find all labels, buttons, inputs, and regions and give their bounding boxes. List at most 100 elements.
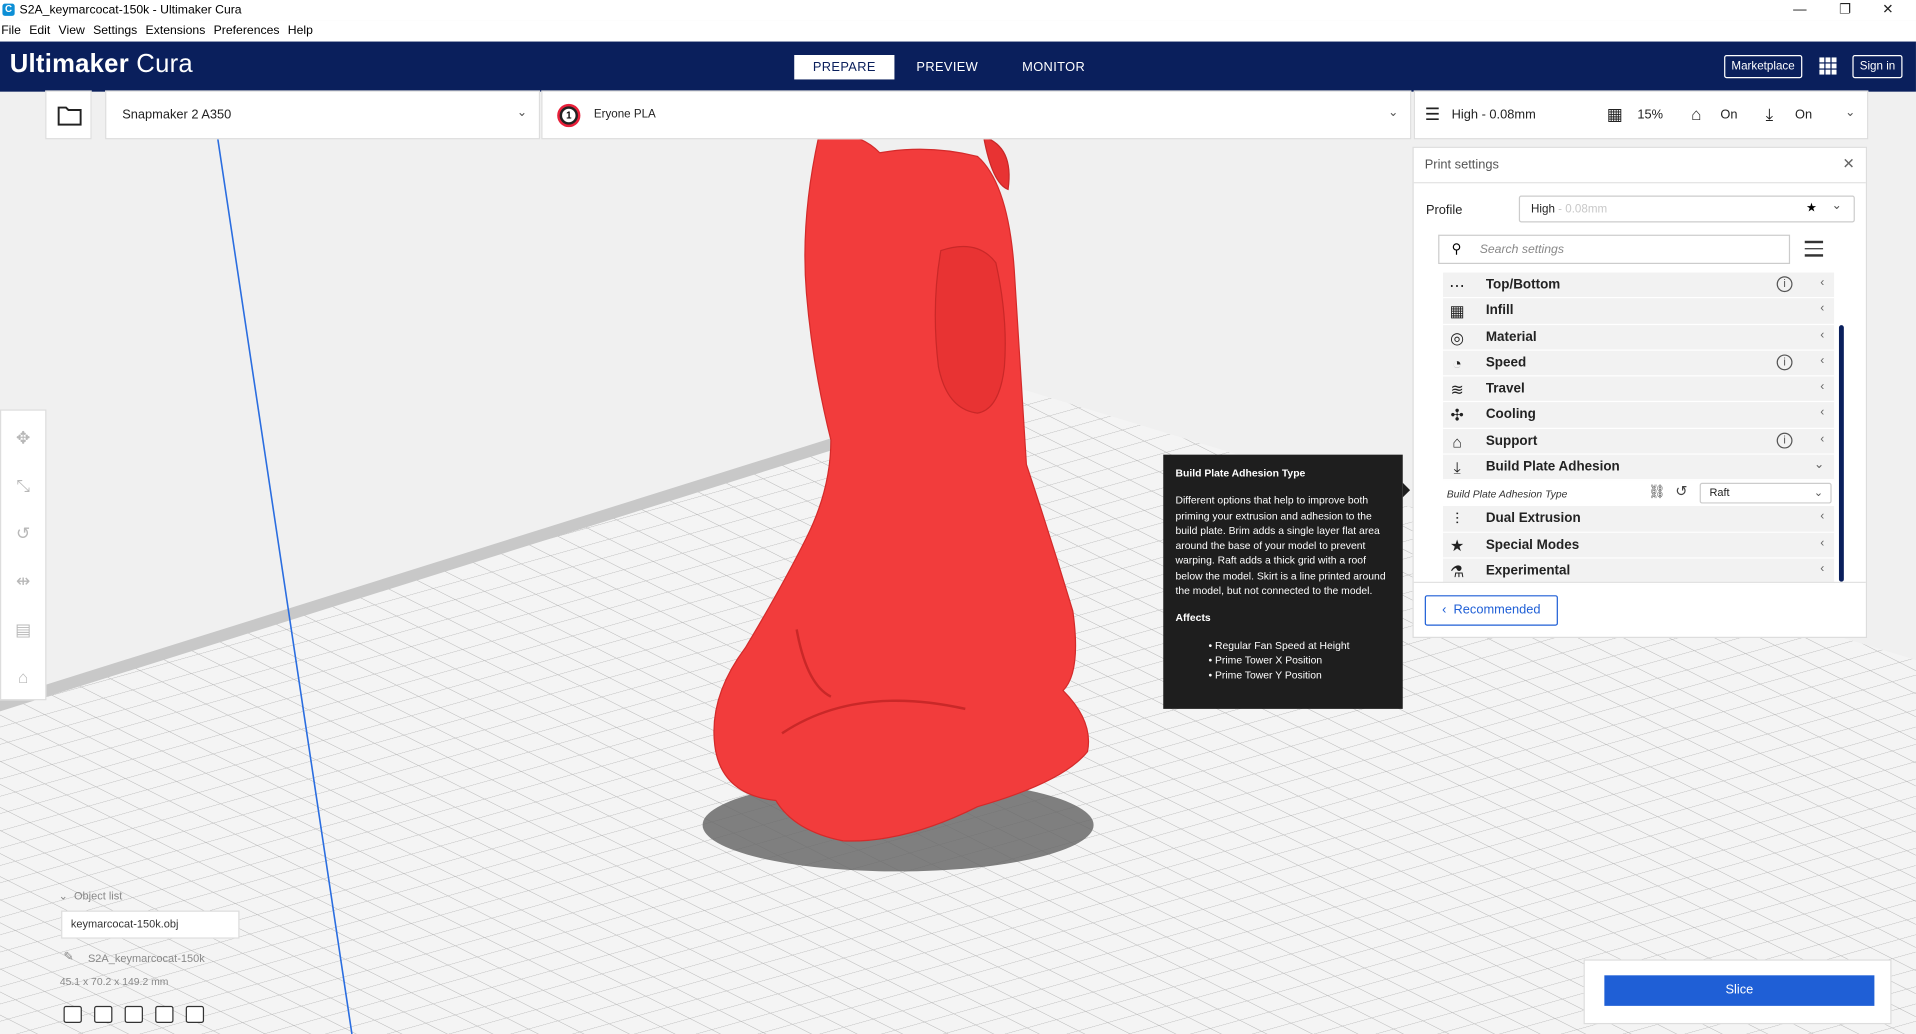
settings-category-list: ⋯ Top/Bottom i ‹ ▦ Infill ‹ ◎ Material ‹… — [1443, 272, 1835, 585]
category-travel[interactable]: ≋ Travel ‹ — [1443, 376, 1835, 403]
info-icon[interactable]: i — [1776, 276, 1793, 293]
menu-help[interactable]: Help — [287, 21, 317, 37]
menu-extensions[interactable]: Extensions — [144, 21, 209, 37]
category-special-modes[interactable]: ★ Special Modes ‹ — [1443, 532, 1835, 559]
star-icon[interactable]: ★ — [1806, 202, 1817, 215]
chevron-down-icon: ⌄ — [516, 106, 528, 120]
info-icon[interactable]: i — [1776, 432, 1793, 449]
divider — [1413, 581, 1866, 583]
adhesion-value: On — [1794, 107, 1813, 123]
info-icon[interactable]: i — [1776, 354, 1793, 371]
per-model-settings-icon[interactable]: ▤ — [12, 618, 34, 640]
adhesion-type-select[interactable]: Raft ⌄ — [1699, 483, 1832, 505]
category-speed[interactable]: ◔ Speed i ‹ — [1443, 350, 1835, 377]
tooltip-affects-label: Affects — [1175, 611, 1211, 624]
menu-view[interactable]: View — [57, 21, 88, 37]
chevron-down-icon: ⌄ — [58, 889, 74, 902]
close-window-button[interactable]: ✕ — [1860, 0, 1916, 21]
category-support[interactable]: ⌂ Support i ‹ — [1443, 428, 1835, 455]
material-selector[interactable]: 1 Eryone PLA ⌄ — [541, 90, 1412, 140]
search-placeholder: Search settings — [1479, 243, 1564, 257]
recommended-button[interactable]: ‹ Recommended — [1424, 595, 1558, 626]
view-3d-icon[interactable] — [63, 1005, 82, 1023]
extruder-badge-icon: 1 — [557, 103, 581, 128]
setting-tooltip: Build Plate Adhesion Type Different opti… — [1163, 454, 1403, 709]
stage-tabs: PREPARE PREVIEW MONITOR — [794, 54, 1107, 80]
chevron-left-icon: ‹ — [1820, 406, 1825, 420]
edit-icon[interactable]: ✎ — [64, 951, 74, 964]
view-orientation-buttons — [63, 1005, 205, 1023]
tab-prepare[interactable]: PREPARE — [794, 54, 895, 80]
scale-tool-icon[interactable]: ⤡ — [12, 474, 34, 496]
chevron-left-icon: ‹ — [1820, 510, 1825, 524]
slice-panel: Slice — [1583, 959, 1892, 1025]
model-arm — [934, 245, 1006, 414]
chevron-left-icon: ‹ — [1820, 536, 1825, 550]
cura-app-icon: C — [2, 3, 15, 16]
view-front-icon[interactable] — [94, 1005, 113, 1023]
machine-selector[interactable]: Snapmaker 2 A350 ⌄ — [105, 90, 541, 140]
window-title: S2A_keymarcocat-150k - Ultimaker Cura — [19, 3, 242, 18]
rotate-tool-icon[interactable]: ↺ — [12, 522, 34, 544]
sign-in-button[interactable]: Sign in — [1852, 54, 1903, 79]
tab-monitor[interactable]: MONITOR — [1000, 55, 1107, 79]
category-build-plate-adhesion[interactable]: ⤓ Build Plate Adhesion ⌄ — [1443, 454, 1835, 481]
view-left-icon[interactable] — [155, 1005, 174, 1023]
tab-preview[interactable]: PREVIEW — [894, 55, 1000, 79]
move-tool-icon[interactable]: ✥ — [12, 427, 34, 449]
chevron-down-icon: ⌄ — [1813, 486, 1824, 500]
job-name[interactable]: S2A_keymarcocat-150k — [88, 952, 205, 964]
support-icon: ⌂ — [1691, 103, 1702, 124]
adhesion-icon: ⤓ — [1453, 458, 1461, 477]
ultimaker-cura-logo: Ultimaker Cura — [9, 50, 193, 79]
slice-button[interactable]: Slice — [1604, 975, 1875, 1006]
category-top-bottom[interactable]: ⋯ Top/Bottom i ‹ — [1443, 272, 1835, 299]
support-value: On — [1720, 107, 1738, 123]
infill-icon: ▦ — [1606, 103, 1623, 124]
app-switcher-icon[interactable] — [1819, 57, 1837, 75]
open-file-button[interactable] — [45, 90, 92, 140]
close-icon[interactable]: ✕ — [1843, 155, 1855, 172]
mirror-tool-icon[interactable]: ⇹ — [12, 570, 34, 592]
list-item: Prime Tower Y Position — [1208, 668, 1390, 683]
machine-name: Snapmaker 2 A350 — [122, 107, 232, 123]
marketplace-button[interactable]: Marketplace — [1724, 54, 1802, 79]
support-icon: ⌂ — [1452, 432, 1462, 451]
cura-window: C S2A_keymarcocat-150k - Ultimaker Cura … — [0, 0, 1916, 1034]
object-list-toggle[interactable]: ⌄ Object list — [59, 890, 123, 903]
object-list-item[interactable]: keymarcocat-150k.obj — [61, 910, 240, 939]
reset-icon[interactable]: ↺ — [1675, 483, 1687, 500]
top-bottom-icon: ⋯ — [1449, 276, 1466, 295]
settings-menu-icon[interactable] — [1804, 240, 1824, 257]
category-experimental[interactable]: ⚗ Experimental ‹ — [1443, 558, 1835, 585]
sliders-icon: ☰ — [1424, 103, 1441, 124]
profile-dropdown[interactable]: High - 0.08mm ★ ⌄ — [1518, 195, 1855, 223]
view-right-icon[interactable] — [185, 1005, 205, 1023]
view-top-icon[interactable] — [124, 1005, 143, 1023]
category-material[interactable]: ◎ Material ‹ — [1443, 324, 1835, 351]
category-infill[interactable]: ▦ Infill ‹ — [1443, 298, 1835, 325]
menu-preferences[interactable]: Preferences — [212, 21, 283, 37]
profile-summary: High - 0.08mm — [1451, 107, 1536, 123]
tool-sidebar: ✥ ⤡ ↺ ⇹ ▤ ⌂ — [0, 409, 47, 701]
chevron-left-icon: ‹ — [1820, 276, 1825, 290]
menu-settings[interactable]: Settings — [92, 21, 141, 37]
material-name: Eryone PLA — [593, 107, 656, 121]
chevron-left-icon: ‹ — [1820, 432, 1825, 446]
category-cooling[interactable]: ✣ Cooling ‹ — [1443, 402, 1835, 429]
category-dual-extrusion[interactable]: ⫶ Dual Extrusion ‹ — [1443, 506, 1835, 533]
search-settings-input[interactable]: ⚲ Search settings — [1438, 234, 1791, 264]
title-bar: C S2A_keymarcocat-150k - Ultimaker Cura … — [0, 0, 1916, 21]
print-settings-panel: Print settings ✕ Profile High - 0.08mm ★… — [1412, 146, 1868, 638]
chevron-left-icon: ‹ — [1820, 380, 1825, 394]
support-blocker-icon[interactable]: ⌂ — [12, 666, 34, 688]
settings-scrollbar[interactable] — [1838, 325, 1844, 582]
print-settings-summary[interactable]: ☰ High - 0.08mm ▦ 15% ⌂ On ⤓ On ⌄ — [1413, 90, 1869, 140]
special-modes-icon: ★ — [1449, 536, 1465, 555]
folder-icon — [57, 106, 82, 126]
menu-edit[interactable]: Edit — [28, 21, 54, 37]
menu-file[interactable]: File — [0, 21, 25, 37]
setting-build-plate-adhesion-type[interactable]: Build Plate Adhesion Type ⛓ ↺ Raft ⌄ — [1443, 480, 1835, 507]
dual-extrusion-icon: ⫶ — [1455, 510, 1460, 529]
link-icon[interactable]: ⛓ — [1648, 484, 1665, 501]
